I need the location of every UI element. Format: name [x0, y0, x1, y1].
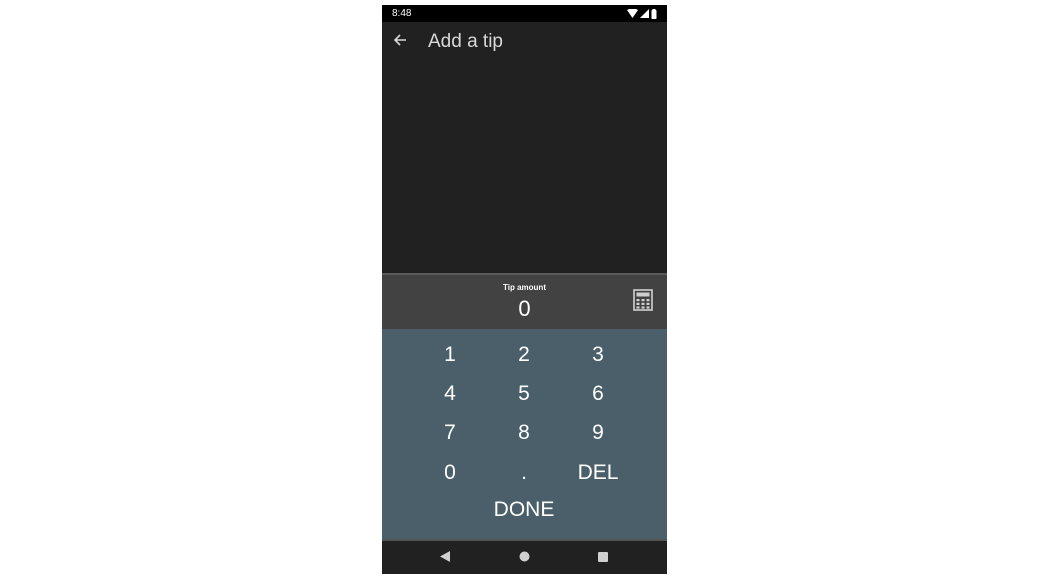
calculator-icon: [633, 289, 653, 315]
nav-recents-button[interactable]: [595, 550, 611, 566]
tip-amount-value[interactable]: 0: [382, 296, 667, 322]
wifi-icon: [627, 9, 638, 18]
signal-icon: [640, 9, 649, 18]
tip-amount-panel: Tip amount 0: [382, 273, 667, 329]
home-circle-icon: [519, 549, 530, 567]
key-5[interactable]: 5: [494, 377, 554, 411]
phone-screen: 8:48 Add a tip Tip amount 0 1 2 3 4 5 6 …: [382, 5, 667, 574]
back-button[interactable]: [388, 30, 412, 54]
app-bar: Add a tip: [382, 22, 667, 62]
arrow-back-icon: [393, 33, 407, 52]
nav-back-button[interactable]: [437, 550, 453, 566]
key-9[interactable]: 9: [568, 416, 628, 450]
back-triangle-icon: [440, 549, 450, 567]
tip-amount-label: Tip amount: [503, 283, 546, 292]
key-6[interactable]: 6: [568, 377, 628, 411]
status-bar: 8:48: [382, 5, 667, 22]
content-area: [382, 62, 667, 273]
key-3[interactable]: 3: [568, 338, 628, 372]
key-0[interactable]: 0: [420, 456, 480, 490]
key-1[interactable]: 1: [420, 338, 480, 372]
page-title: Add a tip: [428, 31, 503, 52]
key-8[interactable]: 8: [494, 416, 554, 450]
recents-square-icon: [598, 549, 608, 567]
done-button[interactable]: DONE: [474, 493, 574, 527]
key-2[interactable]: 2: [494, 338, 554, 372]
key-decimal[interactable]: .: [494, 456, 554, 490]
key-7[interactable]: 7: [420, 416, 480, 450]
number-keypad: 1 2 3 4 5 6 7 8 9 0 . DEL DONE: [382, 329, 667, 539]
status-icons: [627, 8, 657, 19]
status-time: 8:48: [392, 8, 412, 19]
battery-icon: [651, 8, 657, 19]
key-delete[interactable]: DEL: [568, 456, 628, 490]
calculator-button[interactable]: [633, 289, 655, 313]
key-4[interactable]: 4: [420, 377, 480, 411]
nav-home-button[interactable]: [516, 550, 532, 566]
system-nav-bar: [382, 539, 667, 574]
